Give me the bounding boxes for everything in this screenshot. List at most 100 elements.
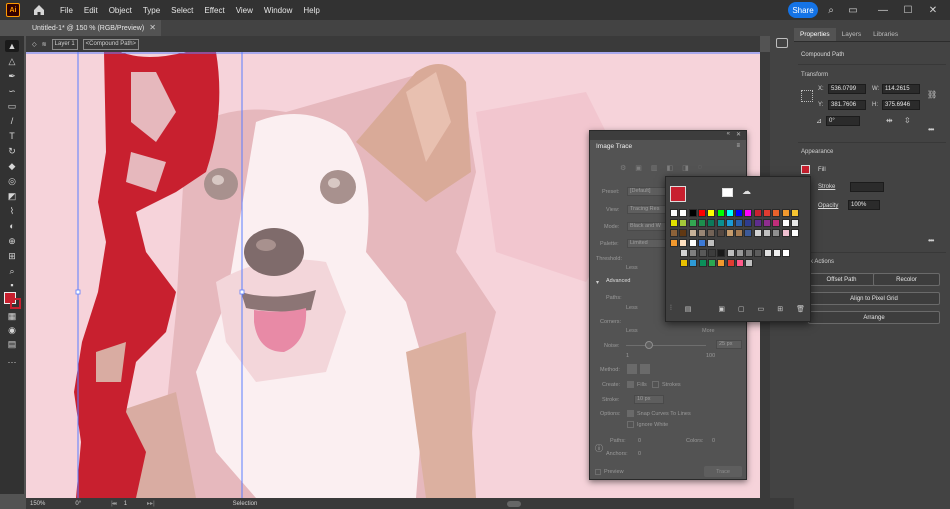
snap-curves-checkbox[interactable] <box>627 410 634 417</box>
x-field[interactable]: 536.0799 <box>828 84 866 94</box>
rotate-field[interactable]: 0° <box>826 116 860 126</box>
constrain-proportions-icon[interactable]: ⛓ <box>927 90 937 99</box>
curvature-tool-icon[interactable]: ∽ <box>5 85 19 97</box>
menu-edit[interactable]: Edit <box>84 6 98 15</box>
color-swatch[interactable] <box>707 259 716 267</box>
color-swatch[interactable] <box>773 249 781 257</box>
artboard-nav-next-icon[interactable]: ▸▸| <box>147 500 155 507</box>
horizontal-scroll-thumb[interactable] <box>507 500 522 507</box>
close-panel-icon[interactable]: ✕ <box>736 131 741 138</box>
outline-icon[interactable]: ◌ <box>698 164 702 173</box>
swatch-libraries-icon[interactable] <box>722 188 733 197</box>
color-swatch[interactable] <box>790 219 799 227</box>
color-swatch[interactable] <box>763 229 771 237</box>
color-swatch[interactable] <box>772 219 781 227</box>
draw-mode-icon[interactable]: ◉ <box>5 324 19 336</box>
fills-checkbox[interactable] <box>627 381 634 388</box>
color-swatch[interactable] <box>698 249 707 257</box>
blend-tool-icon[interactable]: ◐ <box>5 220 19 232</box>
color-swatch[interactable] <box>763 219 771 227</box>
close-icon[interactable]: ✕ <box>926 3 940 17</box>
back-arrow-icon[interactable]: ◇ <box>32 41 37 48</box>
new-swatch-icon[interactable]: ⊞ <box>777 305 783 319</box>
stroke-weight-field[interactable] <box>850 182 884 192</box>
minimize-icon[interactable]: — <box>876 3 890 17</box>
advanced-toggle-icon[interactable]: ▾ <box>596 279 599 286</box>
color-swatch[interactable] <box>679 229 688 237</box>
stroke-swatch[interactable] <box>10 298 21 309</box>
type-tool-icon[interactable]: T <box>5 130 19 142</box>
show-swatch-kinds-icon[interactable]: ▤ <box>685 305 692 319</box>
menu-view[interactable]: View <box>236 6 253 15</box>
menu-effect[interactable]: Effect <box>204 6 224 15</box>
auto-color-icon[interactable]: ⚙ <box>620 164 626 173</box>
color-swatch[interactable] <box>735 249 744 257</box>
color-swatch[interactable] <box>717 259 726 267</box>
menu-select[interactable]: Select <box>171 6 193 15</box>
pen-tool-icon[interactable]: ✒ <box>5 70 19 82</box>
low-color-icon[interactable]: ▥ <box>651 164 658 173</box>
menu-file[interactable]: File <box>60 6 73 15</box>
tab-properties[interactable]: Properties <box>794 28 836 41</box>
grayscale-icon[interactable]: ◧ <box>667 164 674 173</box>
color-swatch[interactable] <box>781 219 790 227</box>
color-swatch[interactable] <box>707 249 716 257</box>
comments-icon[interactable] <box>776 38 788 48</box>
color-swatch[interactable] <box>697 239 706 247</box>
ignore-white-checkbox[interactable] <box>627 421 634 428</box>
w-field[interactable]: 114.2615 <box>882 84 920 94</box>
color-swatch[interactable] <box>781 209 790 217</box>
screen-mode-icon[interactable]: ▤ <box>5 338 19 350</box>
color-swatch[interactable] <box>782 249 791 257</box>
color-swatch[interactable] <box>772 209 781 217</box>
scale-tool-icon[interactable]: ◩ <box>5 190 19 202</box>
opacity-field[interactable]: 100% <box>848 200 880 210</box>
color-swatch[interactable] <box>745 259 754 267</box>
color-swatch[interactable] <box>735 259 744 267</box>
color-swatch[interactable] <box>726 249 735 257</box>
panel-menu-icon[interactable]: ≡ <box>736 143 740 149</box>
color-swatch[interactable] <box>763 209 771 217</box>
flip-horizontal-icon[interactable]: ⇹ <box>886 116 893 125</box>
color-swatch[interactable] <box>725 209 734 217</box>
rotation-value[interactable]: 0° <box>75 501 81 507</box>
folder-icon[interactable]: ▭ <box>758 305 765 319</box>
artboard-tool-icon[interactable]: ⊞ <box>5 250 19 262</box>
color-swatch[interactable] <box>735 219 744 227</box>
abutting-method-icon[interactable] <box>627 364 637 374</box>
current-fill-swatch[interactable] <box>670 186 686 202</box>
swatch-library-menu-icon[interactable]: ⫶ <box>670 305 672 319</box>
home-icon[interactable] <box>32 3 46 17</box>
color-swatch[interactable] <box>716 229 725 237</box>
color-swatch[interactable] <box>670 209 678 217</box>
color-swatch[interactable] <box>670 219 678 227</box>
color-swatch[interactable] <box>735 229 744 237</box>
close-tab-icon[interactable]: ✕ <box>149 23 156 32</box>
direct-selection-tool-icon[interactable]: △ <box>5 55 19 67</box>
cloud-swatches-icon[interactable]: ☁ <box>742 186 751 197</box>
color-swatch[interactable] <box>753 229 762 237</box>
zoom-tool-icon[interactable]: ⌕ <box>5 265 19 277</box>
transform-more-icon[interactable]: ••• <box>928 125 934 134</box>
reference-point-icon[interactable] <box>801 90 813 102</box>
color-swatch[interactable] <box>698 259 707 267</box>
eyedropper-tool-icon[interactable]: ⌇ <box>5 205 19 217</box>
color-swatch[interactable] <box>707 229 716 237</box>
more-tools-icon[interactable]: ··· <box>5 356 19 368</box>
menu-help[interactable]: Help <box>303 6 319 15</box>
color-swatch[interactable] <box>689 249 698 257</box>
color-swatch[interactable] <box>726 259 735 267</box>
new-color-group-icon[interactable]: ▢ <box>738 305 745 319</box>
maximize-icon[interactable]: ☐ <box>901 3 915 17</box>
artboard-number[interactable]: 1 <box>124 501 127 507</box>
color-swatch[interactable] <box>790 209 799 217</box>
collapse-panel-icon[interactable]: « <box>727 131 730 137</box>
color-swatch[interactable] <box>707 209 716 217</box>
color-swatch[interactable] <box>790 229 799 237</box>
stroke-width-field[interactable]: 10 px <box>634 395 664 404</box>
color-swatch[interactable] <box>753 219 762 227</box>
paintbrush-tool-icon[interactable]: / <box>5 115 19 127</box>
color-swatch[interactable] <box>716 209 725 217</box>
color-swatch[interactable] <box>744 229 753 237</box>
noise-field[interactable]: 25 px <box>716 340 742 349</box>
